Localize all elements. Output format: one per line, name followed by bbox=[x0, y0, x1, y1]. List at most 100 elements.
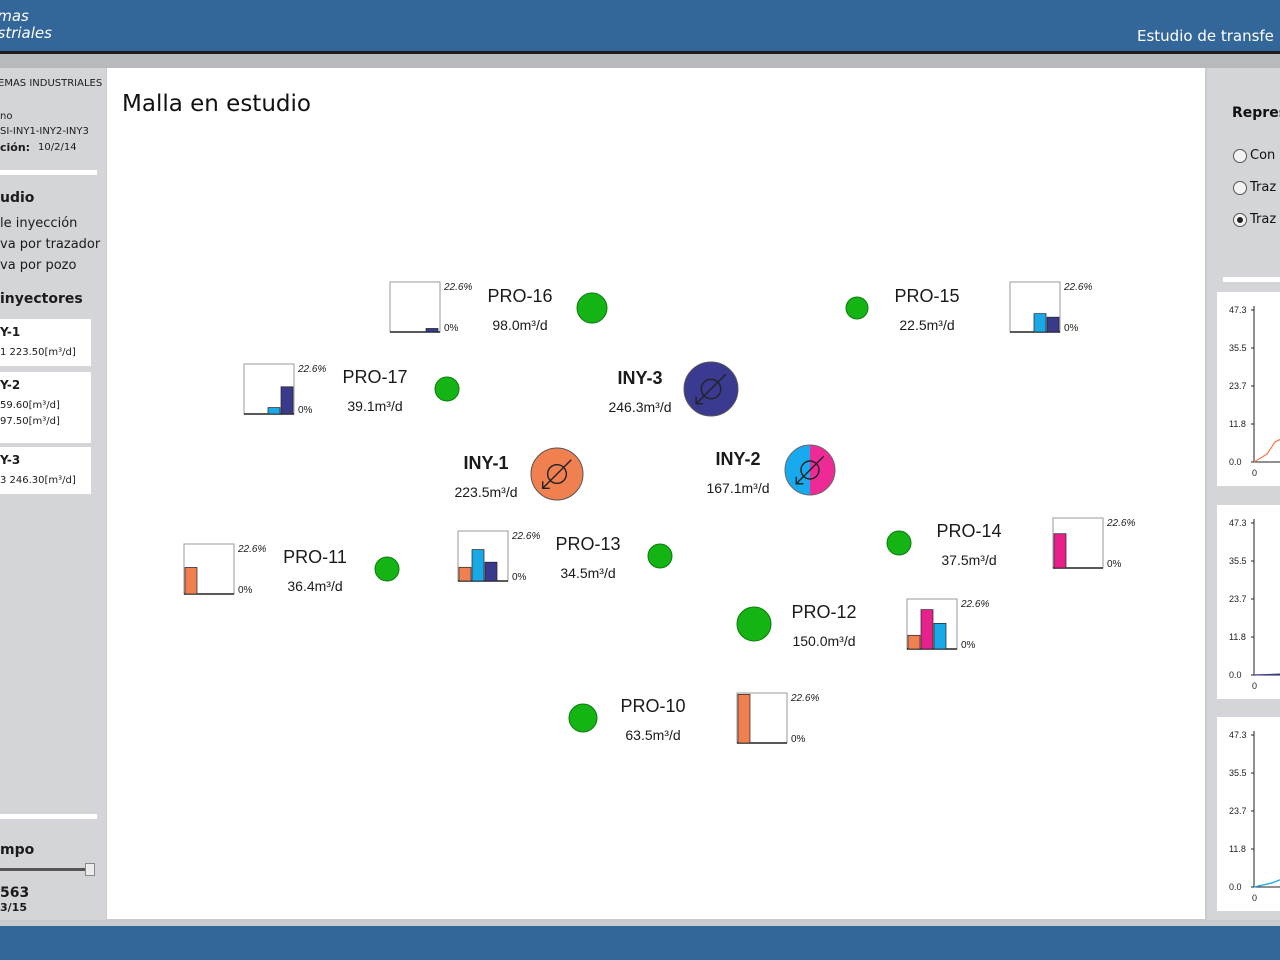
time-value: 563 bbox=[0, 885, 30, 901]
producer-well-pro-12[interactable]: PRO-12 150.0m³/d bbox=[736, 602, 857, 649]
injector-card-1[interactable]: Y-1 1 223.50[m³/d] bbox=[0, 319, 91, 366]
producer-marker[interactable] bbox=[736, 606, 772, 642]
injector-card-rate: 59.60[m³/d] bbox=[0, 400, 60, 411]
injector-well-iny-3[interactable]: INY-3 246.3m³/d bbox=[608, 361, 739, 417]
injector-well-iny-1[interactable]: INY-1 223.5m³/d bbox=[454, 447, 584, 501]
logo-line1: emas bbox=[0, 7, 29, 25]
header-bar: emas ustriales Estudio de transfe bbox=[0, 0, 1280, 51]
producer-marker[interactable] bbox=[886, 530, 912, 556]
chart-min-label: 0% bbox=[298, 405, 313, 416]
producer-marker[interactable] bbox=[576, 292, 608, 324]
injector-card-name: Y-2 bbox=[0, 378, 21, 392]
tracer-bar bbox=[920, 609, 934, 650]
chart-min-label: 0% bbox=[961, 640, 976, 651]
tracer-bar bbox=[1053, 533, 1067, 569]
producer-rate: 39.1m³/d bbox=[347, 398, 402, 414]
right-sidebar: Repres Con Traz Traz 47.3 35.5 23.7 11.8 0.0… bbox=[1207, 68, 1280, 920]
menu-item-injection[interactable]: le inyección bbox=[0, 216, 77, 231]
mini-chart-y-tick: 11.8 bbox=[1229, 632, 1246, 642]
producer-well-pro-16[interactable]: PRO-16 98.0m³/d bbox=[487, 286, 608, 333]
date-value: 10/2/14 bbox=[38, 142, 77, 153]
producer-name: PRO-16 bbox=[487, 286, 552, 306]
producer-name: PRO-10 bbox=[620, 696, 685, 716]
company-name: EMAS INDUSTRIALES bbox=[0, 78, 103, 89]
producer-name: PRO-12 bbox=[791, 602, 856, 622]
producer-rate: 98.0m³/d bbox=[492, 317, 547, 333]
mini-chart-y-tick: 23.7 bbox=[1229, 381, 1247, 391]
tracer-bar bbox=[267, 407, 281, 415]
producer-marker[interactable] bbox=[374, 556, 400, 582]
mini-chart-y-tick: 23.7 bbox=[1229, 806, 1247, 816]
mini-chart-y-tick: 11.8 bbox=[1229, 419, 1246, 429]
producer-marker[interactable] bbox=[845, 296, 869, 320]
mini-chart-y-tick: 47.3 bbox=[1229, 305, 1247, 315]
producer-name: PRO-17 bbox=[342, 367, 407, 387]
injector-well-iny-2[interactable]: INY-2 167.1m³/d bbox=[706, 444, 836, 496]
radio-button[interactable] bbox=[1233, 148, 1247, 163]
time-slider-thumb[interactable] bbox=[85, 863, 95, 876]
tracer-bar-chart: 22.6% 0% bbox=[243, 363, 326, 416]
producer-marker[interactable] bbox=[647, 543, 673, 569]
mini-chart-plot: 47.3 35.5 23.7 11.8 0.0 0 bbox=[1229, 518, 1280, 691]
injector-card-3[interactable]: Y-3 3 246.30[m³/d] bbox=[0, 447, 91, 494]
mini-chart-y-tick: 0.0 bbox=[1229, 670, 1242, 680]
tracer-bar-chart: 22.6% 0% bbox=[906, 598, 989, 651]
radio-button-selected[interactable] bbox=[1233, 212, 1247, 227]
mini-chart-y-tick: 0.0 bbox=[1229, 457, 1242, 467]
producer-rate: 22.5m³/d bbox=[899, 317, 954, 333]
mini-chart-y-tick: 47.3 bbox=[1229, 730, 1247, 740]
injector-rate: 167.1m³/d bbox=[706, 480, 769, 496]
injector-name: INY-3 bbox=[617, 368, 662, 388]
radio-button[interactable] bbox=[1233, 180, 1247, 195]
injector-card-2[interactable]: Y-2 59.60[m³/d] 97.50[m³/d] bbox=[0, 372, 91, 443]
tracer-bar-chart: 22.6% 0% bbox=[183, 543, 266, 596]
tracer-bar-chart: 22.6% 0% bbox=[1009, 281, 1092, 334]
chart-min-label: 0% bbox=[1064, 323, 1079, 334]
producer-well-pro-10[interactable]: PRO-10 63.5m³/d bbox=[568, 696, 686, 743]
producer-well-pro-13[interactable]: PRO-13 34.5m³/d bbox=[555, 534, 673, 581]
producer-well-pro-15[interactable]: PRO-15 22.5m³/d bbox=[845, 286, 960, 333]
menu-item-by-tracer[interactable]: va por trazador bbox=[0, 237, 100, 252]
chart-min-label: 0% bbox=[444, 323, 459, 334]
menu-item-by-well[interactable]: va por pozo bbox=[0, 258, 76, 273]
mini-chart-series bbox=[1253, 879, 1280, 888]
producer-name: PRO-11 bbox=[283, 547, 347, 567]
section-study: udio bbox=[0, 190, 35, 206]
footer-bar bbox=[0, 926, 1280, 960]
option-row-2[interactable]: Traz bbox=[1233, 180, 1276, 195]
left-sidebar: EMAS INDUSTRIALES no SI-INY1-INY2-INY3 c… bbox=[0, 68, 106, 920]
tracer-bar-chart: 22.6% 0% bbox=[389, 281, 472, 334]
mini-chart-x-tick: 0 bbox=[1252, 468, 1257, 478]
producer-well-pro-14[interactable]: PRO-14 37.5m³/d bbox=[886, 521, 1002, 568]
mini-chart-1: 47.3 35.5 23.7 11.8 0.0 0 bbox=[1217, 292, 1280, 486]
time-slider-track[interactable] bbox=[0, 868, 92, 871]
producer-well-pro-17[interactable]: PRO-17 39.1m³/d bbox=[342, 367, 460, 414]
tracer-bar bbox=[737, 693, 751, 744]
mini-chart-y-tick: 0.0 bbox=[1229, 882, 1242, 892]
option-label: Traz bbox=[1250, 212, 1277, 227]
injector-card-rate: 97.50[m³/d] bbox=[0, 416, 60, 427]
chart-max-label: 22.6% bbox=[1106, 518, 1135, 529]
injector-name: INY-2 bbox=[715, 449, 760, 469]
line-name: no bbox=[0, 111, 13, 122]
tracer-bar bbox=[484, 561, 498, 582]
injector-card-rate: 1 223.50[m³/d] bbox=[0, 347, 76, 358]
producer-marker[interactable] bbox=[434, 376, 460, 402]
section-injectors: inyectores bbox=[0, 291, 83, 307]
separator bbox=[0, 170, 97, 175]
option-row-3[interactable]: Traz bbox=[1233, 212, 1276, 227]
chart-frame bbox=[389, 281, 441, 333]
network-panel: Malla en estudio PRO-16 98.0m³/d 22.6% 0% PR… bbox=[107, 68, 1205, 919]
chart-max-label: 22.6% bbox=[297, 364, 326, 375]
option-row-1[interactable]: Con bbox=[1233, 148, 1275, 163]
chart-max-label: 22.6% bbox=[443, 282, 472, 293]
producer-marker[interactable] bbox=[568, 703, 598, 733]
chart-max-label: 22.6% bbox=[1063, 282, 1092, 293]
producer-rate: 150.0m³/d bbox=[792, 633, 855, 649]
producer-well-pro-11[interactable]: PRO-11 36.4m³/d bbox=[283, 547, 400, 594]
chart-min-label: 0% bbox=[791, 734, 806, 745]
section-time: mpo bbox=[0, 842, 35, 858]
injector-card-name: Y-3 bbox=[0, 453, 21, 467]
tracer-bar bbox=[907, 634, 921, 650]
tracer-bar-chart: 22.6% 0% bbox=[736, 692, 819, 745]
